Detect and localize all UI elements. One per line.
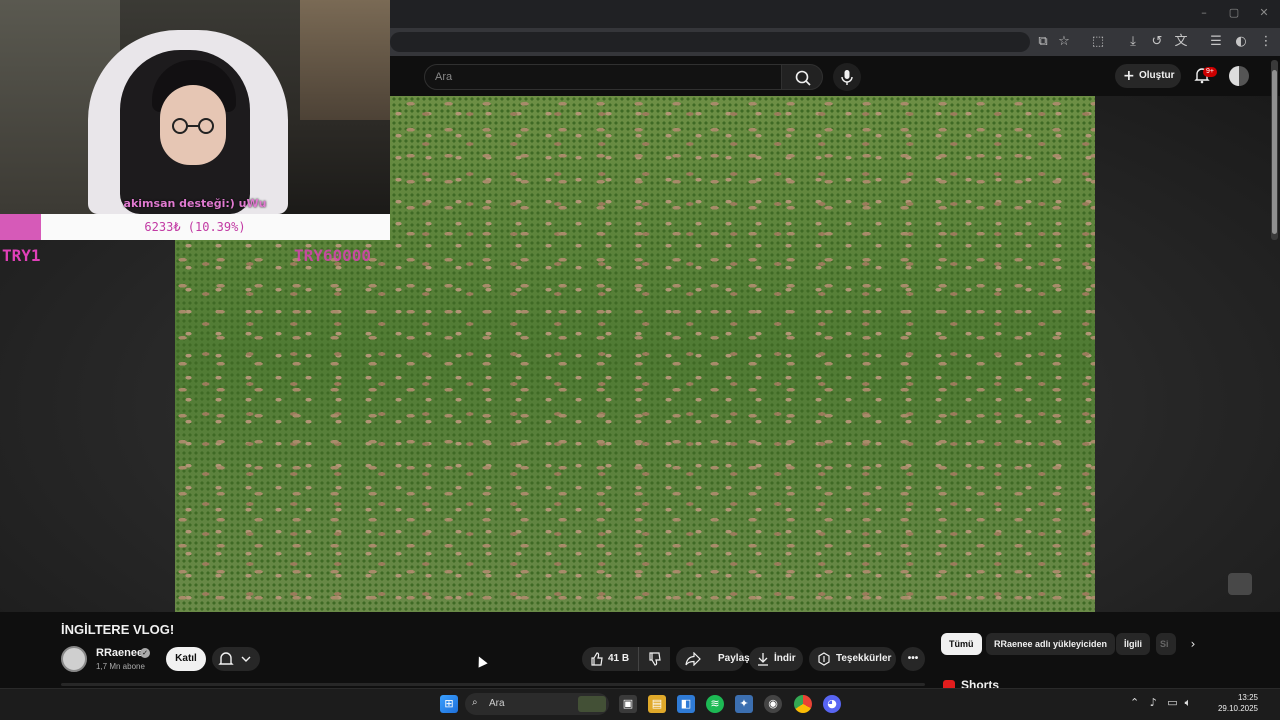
app-icon[interactable]: ✦: [735, 695, 753, 713]
download-label: İndir: [774, 653, 796, 664]
scrollbar-thumb[interactable]: [1272, 70, 1277, 234]
extensions-icon[interactable]: ⬚: [1090, 34, 1106, 50]
download-icon[interactable]: ⤓: [1125, 34, 1141, 50]
verified-icon: ✓: [140, 648, 150, 658]
file-explorer-icon[interactable]: ▤: [648, 695, 666, 713]
share-label: Paylaş: [718, 653, 750, 664]
voice-search-button[interactable]: [833, 63, 861, 91]
download-icon: [758, 653, 768, 666]
windows-start-icon[interactable]: ⊞: [440, 695, 458, 713]
thanks-label: Teşekkürler: [836, 653, 892, 664]
search-highlight-image: [578, 696, 606, 712]
install-app-icon[interactable]: ⧉: [1035, 34, 1051, 50]
download-button[interactable]: İndir: [749, 647, 803, 671]
network-icon[interactable]: ▭: [1167, 696, 1177, 709]
microphone-icon: [841, 70, 853, 85]
like-count: 41 B: [608, 653, 630, 664]
channel-avatar[interactable]: [61, 646, 87, 672]
chip-partial[interactable]: Si: [1156, 633, 1176, 655]
create-button[interactable]: + Oluştur: [1115, 64, 1181, 88]
donation-goal-max: TRY60000: [294, 246, 372, 265]
thumbs-down-icon: [649, 652, 661, 666]
microphone-icon[interactable]: ♪: [1150, 696, 1157, 709]
taskbar-time[interactable]: 13:25: [1214, 693, 1258, 702]
more-actions-button[interactable]: •••: [901, 647, 925, 671]
mouse-cursor: [474, 654, 488, 668]
search-button[interactable]: [781, 64, 823, 90]
video-title: İNGİLTERE VLOG!: [61, 622, 175, 637]
channel-name[interactable]: RRaenee: [96, 647, 143, 659]
system-tray[interactable]: ⌃ ♪ ▭ 🔈︎: [1130, 696, 1191, 712]
taskbar-date[interactable]: 29.10.2025: [1208, 704, 1258, 713]
chevron-up-icon[interactable]: ⌃: [1130, 696, 1139, 709]
windows-taskbar: [0, 688, 1280, 720]
account-avatar[interactable]: [1229, 66, 1249, 86]
chip-all[interactable]: Tümü: [941, 633, 982, 655]
notification-badge: 9+: [1203, 67, 1217, 77]
thanks-button[interactable]: Teşekkürler: [809, 647, 896, 671]
search-icon: [795, 70, 811, 86]
super-thanks-icon: [818, 652, 830, 666]
plus-icon: +: [1123, 68, 1135, 84]
channel-watermark[interactable]: [1228, 573, 1252, 595]
create-label: Oluştur: [1139, 70, 1175, 81]
star-icon[interactable]: ☆: [1056, 34, 1072, 50]
share-icon: [685, 652, 701, 666]
address-bar[interactable]: [390, 32, 1030, 52]
task-view-icon[interactable]: ▣: [619, 695, 637, 713]
chevron-right-icon[interactable]: ›: [1186, 637, 1200, 651]
donation-goal-min: TRY1: [2, 246, 41, 265]
obs-icon[interactable]: ◉: [764, 695, 782, 713]
reading-mode-icon[interactable]: ☰: [1208, 34, 1224, 50]
webcam-background-door: [300, 0, 390, 120]
discord-icon[interactable]: ◕: [823, 695, 841, 713]
minimize-icon[interactable]: –: [1196, 6, 1212, 20]
chip-from-uploader[interactable]: RRaenee adlı yükleyiciden: [986, 633, 1116, 655]
chrome-icon[interactable]: [794, 695, 812, 713]
search-icon: ⌕: [472, 697, 478, 708]
subscription-bell-button[interactable]: [212, 647, 260, 671]
thumbs-up-icon: [591, 652, 603, 666]
profile-icon[interactable]: ◐: [1233, 34, 1249, 50]
share-button[interactable]: Paylaş: [676, 647, 750, 671]
webcam-overlay: akimsan desteği:) uWu: [0, 0, 390, 214]
search-input[interactable]: Ara: [424, 64, 782, 90]
spotify-icon[interactable]: ≋: [706, 695, 724, 713]
subscriber-count: 1,7 Mn abone: [96, 662, 145, 671]
kebab-menu-icon[interactable]: ⋮: [1258, 34, 1274, 50]
join-button[interactable]: Katıl: [166, 647, 206, 671]
glasses-icon: [172, 118, 214, 134]
dislike-button[interactable]: [638, 647, 670, 671]
store-icon[interactable]: ◧: [677, 695, 695, 713]
donation-goal-text: 6233₺ (10.39%): [144, 220, 246, 234]
translate-icon[interactable]: 文: [1173, 34, 1189, 50]
description-box-edge[interactable]: [61, 683, 925, 686]
close-icon[interactable]: ✕: [1256, 6, 1272, 20]
overlay-caption: akimsan desteği:) uWu: [123, 197, 267, 210]
bell-icon: [218, 652, 251, 665]
chip-related[interactable]: İlgili: [1116, 633, 1150, 655]
maximize-icon[interactable]: ▢: [1226, 6, 1242, 20]
history-icon[interactable]: ↺: [1149, 34, 1165, 50]
volume-icon[interactable]: 🔈︎: [1185, 696, 1192, 709]
